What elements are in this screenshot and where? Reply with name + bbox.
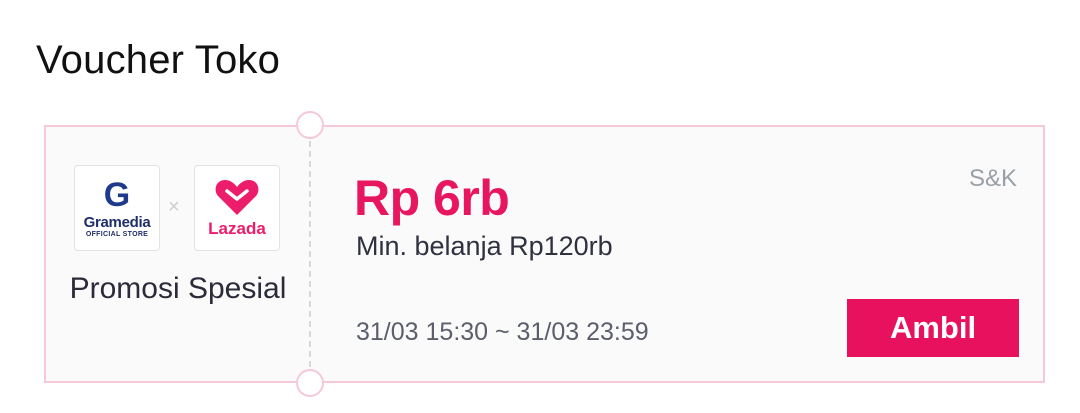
voucher-amount: Rp 6rb bbox=[354, 170, 510, 226]
voucher-details-panel: Rp 6rb S&K Min. belanja Rp120rb 31/03 15… bbox=[312, 127, 1043, 381]
section-title: Voucher Toko bbox=[36, 38, 281, 82]
min-spend: Min. belanja Rp120rb bbox=[356, 231, 613, 261]
promo-label: Promosi Spesial bbox=[69, 272, 287, 305]
claim-button[interactable]: Ambil bbox=[847, 299, 1019, 357]
gramedia-logo-subtitle: OFFICIAL STORE bbox=[85, 231, 149, 238]
gramedia-logo: G Gramedia OFFICIAL STORE bbox=[74, 165, 160, 251]
validity-period: 31/03 15:30 ~ 31/03 23:59 bbox=[356, 318, 649, 346]
terms-link[interactable]: S&K bbox=[969, 165, 1017, 193]
times-icon: × bbox=[168, 196, 180, 218]
lazada-heart-icon bbox=[215, 180, 259, 215]
gramedia-logo-icon: G bbox=[103, 176, 131, 214]
lazada-logo: Lazada bbox=[194, 165, 280, 251]
voucher-brand-panel: G Gramedia OFFICIAL STORE × Lazada Promo… bbox=[46, 127, 310, 381]
gramedia-logo-name: Gramedia bbox=[83, 214, 151, 231]
voucher-card: G Gramedia OFFICIAL STORE × Lazada Promo… bbox=[44, 111, 1045, 397]
lazada-logo-name: Lazada bbox=[208, 219, 266, 238]
